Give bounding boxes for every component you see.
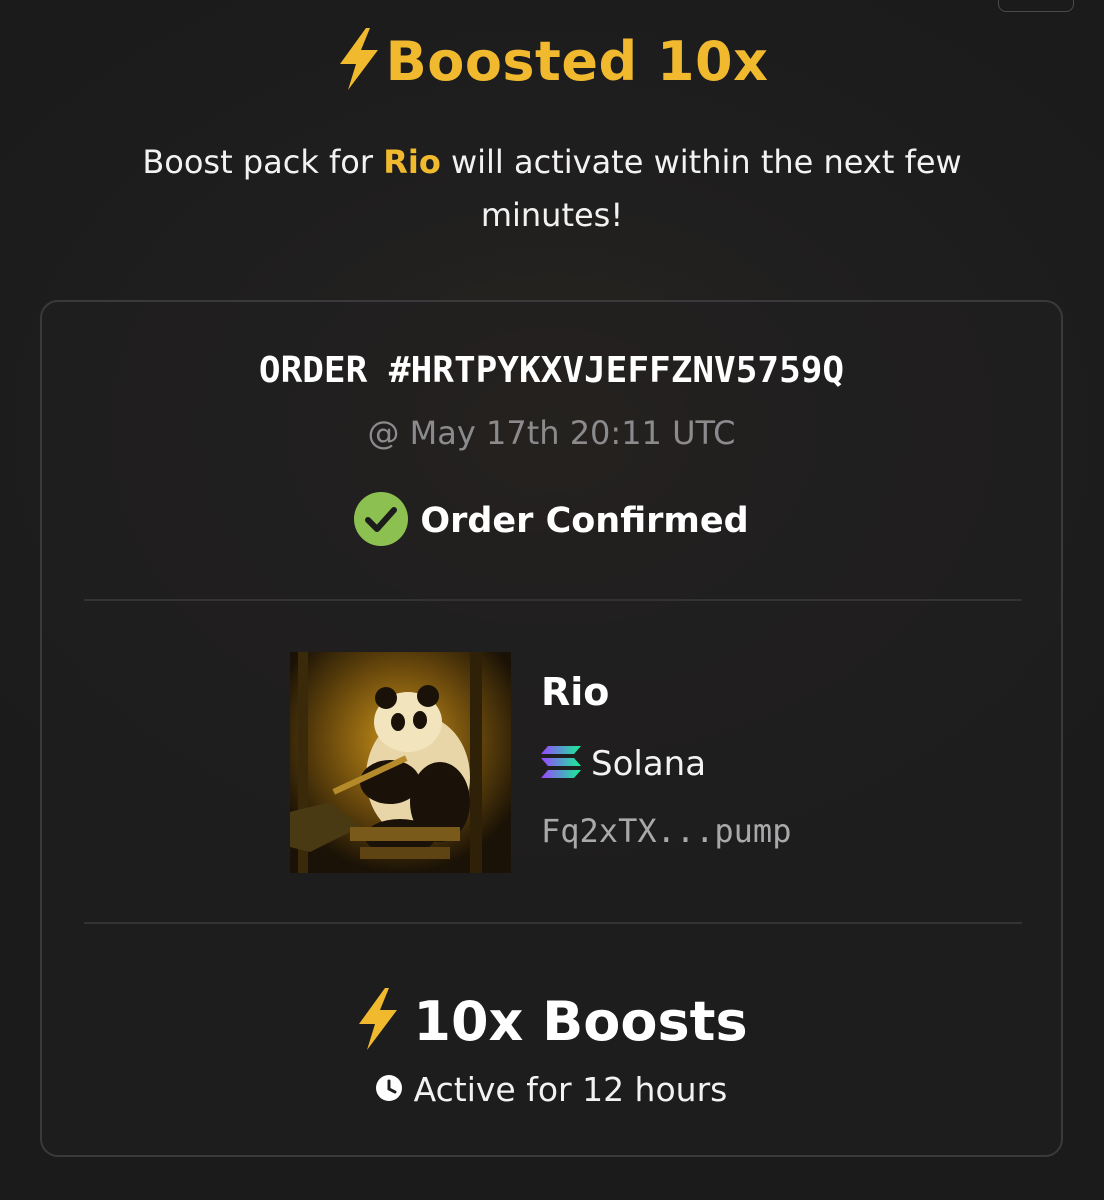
status-text: Order Confirmed — [420, 501, 749, 541]
order-status: Order Confirmed — [42, 492, 1061, 550]
title-text: Boosted 10x — [385, 29, 769, 93]
token-image — [290, 652, 511, 873]
subtitle-prefix: Boost pack for — [142, 143, 374, 181]
divider — [84, 599, 1022, 601]
subtitle: Boost pack for Rio will activate within … — [110, 136, 994, 242]
order-timestamp: @ May 17th 20:11 UTC — [367, 414, 736, 452]
token-name: Rio — [541, 670, 610, 714]
boost-count: 10x Boosts — [42, 988, 1061, 1054]
boost-duration: Active for 12 hours — [42, 1070, 1061, 1109]
token-address[interactable]: Fq2xTX...pump — [541, 812, 791, 850]
subtitle-token-name: Rio — [383, 143, 441, 181]
chain-name: Solana — [591, 744, 707, 784]
lightning-bolt-icon — [355, 988, 401, 1054]
corner-button[interactable] — [998, 0, 1074, 12]
check-circle-icon — [354, 492, 409, 550]
lightning-bolt-icon — [336, 28, 382, 94]
token-chain: Solana — [541, 744, 706, 784]
order-id: ORDER #HRTPYKXVJEFFZNV5759Q — [258, 350, 845, 391]
subtitle-suffix: will activate within the next few minute… — [450, 143, 962, 234]
page-title: Boosted 10x — [0, 28, 1104, 94]
duration-text: Active for 12 hours — [413, 1070, 728, 1109]
solana-logo-icon — [541, 746, 581, 782]
order-card: ORDER #HRTPYKXVJEFFZNV5759Q @ May 17th 2… — [40, 300, 1063, 1157]
clock-icon — [375, 1074, 402, 1105]
boost-count-text: 10x Boosts — [413, 989, 748, 1053]
divider — [84, 922, 1022, 924]
